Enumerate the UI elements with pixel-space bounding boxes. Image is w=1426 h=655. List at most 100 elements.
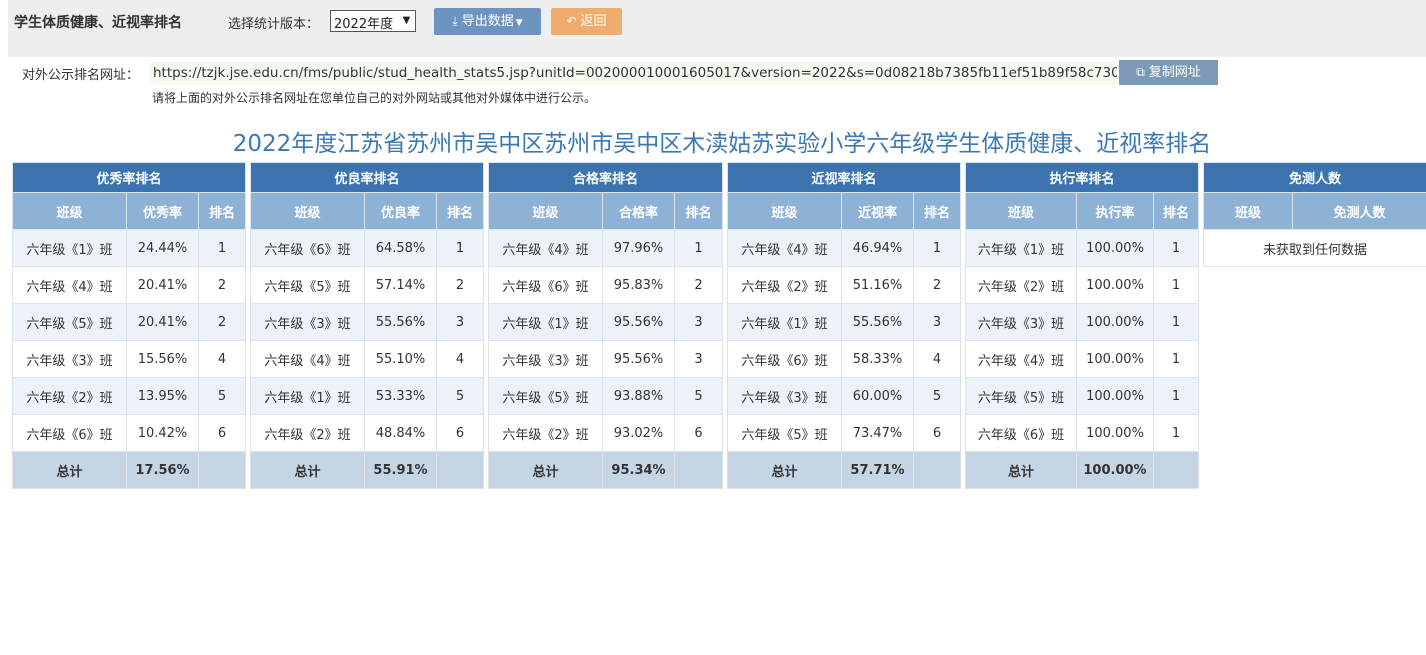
table-title: 优秀率排名	[11, 162, 247, 193]
total-row: 总计 100.00%	[965, 451, 1200, 489]
class-cell: 六年级《1》班	[727, 303, 842, 341]
table-row: 六年级《1》班 95.56% 3	[488, 303, 724, 341]
class-cell: 六年级《3》班	[488, 340, 603, 378]
rank-cell: 1	[1152, 377, 1200, 415]
total-label: 总计	[12, 451, 127, 489]
rate-cell: 10.42%	[126, 414, 199, 452]
column-header: 班级	[12, 192, 127, 230]
rank-cell: 2	[912, 266, 962, 304]
rate-cell: 95.83%	[602, 266, 675, 304]
copy-url-button[interactable]: ⧉ 复制网址	[1119, 60, 1218, 85]
back-button[interactable]: ↶ 返回	[551, 8, 622, 35]
rate-cell: 64.58%	[364, 229, 437, 267]
class-cell: 六年级《5》班	[727, 414, 842, 452]
export-data-label: 导出数据	[461, 14, 514, 29]
total-value: 95.34%	[602, 451, 675, 489]
class-cell: 六年级《6》班	[250, 229, 365, 267]
export-data-button[interactable]: ⤓ 导出数据 ▼	[434, 8, 541, 35]
chevron-down-icon: ▼	[402, 15, 411, 26]
rate-cell: 100.00%	[1076, 340, 1154, 378]
rate-cell: 48.84%	[364, 414, 437, 452]
column-header: 班级	[727, 192, 842, 230]
class-cell: 六年级《2》班	[727, 266, 842, 304]
table-row: 六年级《4》班 20.41% 2	[12, 266, 247, 304]
class-cell: 六年级《6》班	[727, 340, 842, 378]
table-row: 六年级《3》班 55.56% 3	[250, 303, 485, 341]
table-row: 六年级《5》班 100.00% 1	[965, 377, 1200, 415]
total-rank	[435, 451, 485, 489]
total-label: 总计	[250, 451, 365, 489]
table-row: 六年级《5》班 20.41% 2	[12, 303, 247, 341]
rate-cell: 57.14%	[364, 266, 437, 304]
rank-cell: 5	[673, 377, 724, 415]
column-header: 免测人数	[1291, 192, 1426, 230]
copy-icon: ⧉	[1136, 65, 1145, 79]
table-row: 六年级《6》班 64.58% 1	[250, 229, 485, 267]
class-cell: 六年级《4》班	[727, 229, 842, 267]
table-row: 六年级《5》班 57.14% 2	[250, 266, 485, 304]
rate-cell: 93.88%	[602, 377, 675, 415]
table-title: 优良率排名	[249, 162, 485, 193]
rank-cell: 1	[1152, 414, 1200, 452]
class-cell: 六年级《5》班	[488, 377, 603, 415]
execution-rank-table: 执行率排名 班级 执行率 排名 六年级《1》班 100.00% 1 六年级《2》班 1…	[964, 162, 1200, 489]
rank-cell: 1	[435, 229, 485, 267]
pass-rank-table: 合格率排名 班级 合格率 排名 六年级《4》班 97.96% 1 六年级《6》班 95…	[487, 162, 724, 489]
rank-cell: 3	[673, 340, 724, 378]
rate-cell: 95.56%	[602, 303, 675, 341]
table-row: 六年级《6》班 95.83% 2	[488, 266, 724, 304]
rank-cell: 6	[435, 414, 485, 452]
total-label: 总计	[727, 451, 842, 489]
rate-cell: 58.33%	[841, 340, 914, 378]
total-row: 总计 57.71%	[727, 451, 962, 489]
column-header: 执行率	[1076, 192, 1154, 230]
rate-cell: 55.56%	[841, 303, 914, 341]
rank-cell: 1	[1152, 340, 1200, 378]
table-row: 六年级《3》班 60.00% 5	[727, 377, 962, 415]
public-url-field[interactable]: https://tzjk.jse.edu.cn/fms/public/stud_…	[149, 61, 1117, 85]
column-header: 排名	[912, 192, 962, 230]
rate-cell: 95.56%	[602, 340, 675, 378]
table-row: 六年级《6》班 58.33% 4	[727, 340, 962, 378]
public-url-label: 对外公示排名网址：	[22, 68, 140, 83]
rate-cell: 20.41%	[126, 266, 199, 304]
back-label: 返回	[580, 14, 607, 29]
table-row: 六年级《1》班 53.33% 5	[250, 377, 485, 415]
table-title: 执行率排名	[964, 162, 1200, 193]
table-title: 合格率排名	[487, 162, 724, 193]
page-title: 学生体质健康、近视率排名	[14, 15, 182, 31]
class-cell: 六年级《2》班	[965, 266, 1077, 304]
rank-cell: 5	[435, 377, 485, 415]
column-header: 班级	[250, 192, 365, 230]
version-label: 选择统计版本：	[228, 17, 320, 32]
rate-cell: 60.00%	[841, 377, 914, 415]
undo-arrow-icon: ↶	[566, 14, 577, 28]
class-cell: 六年级《1》班	[488, 303, 603, 341]
class-cell: 六年级《3》班	[250, 303, 365, 341]
rate-cell: 100.00%	[1076, 229, 1154, 267]
version-select[interactable]: 2022年度 ▼	[330, 10, 416, 32]
column-header: 排名	[197, 192, 247, 230]
rate-cell: 24.44%	[126, 229, 199, 267]
total-value: 57.71%	[841, 451, 914, 489]
column-header: 合格率	[602, 192, 675, 230]
total-row: 总计 55.91%	[250, 451, 485, 489]
column-header: 班级	[1203, 192, 1293, 230]
class-cell: 六年级《6》班	[488, 266, 603, 304]
table-row: 六年级《4》班 55.10% 4	[250, 340, 485, 378]
rank-cell: 3	[435, 303, 485, 341]
column-header: 排名	[673, 192, 724, 230]
table-row: 六年级《6》班 10.42% 6	[12, 414, 247, 452]
rate-cell: 100.00%	[1076, 303, 1154, 341]
rank-cell: 3	[912, 303, 962, 341]
total-rank	[1152, 451, 1200, 489]
rate-cell: 46.94%	[841, 229, 914, 267]
table-title: 近视率排名	[726, 162, 962, 193]
column-header: 排名	[1152, 192, 1200, 230]
version-selected-value: 2022年度	[334, 17, 394, 32]
table-row: 六年级《1》班 55.56% 3	[727, 303, 962, 341]
rank-cell: 1	[197, 229, 247, 267]
total-row: 总计 17.56%	[12, 451, 247, 489]
column-header: 排名	[435, 192, 485, 230]
class-cell: 六年级《4》班	[965, 340, 1077, 378]
